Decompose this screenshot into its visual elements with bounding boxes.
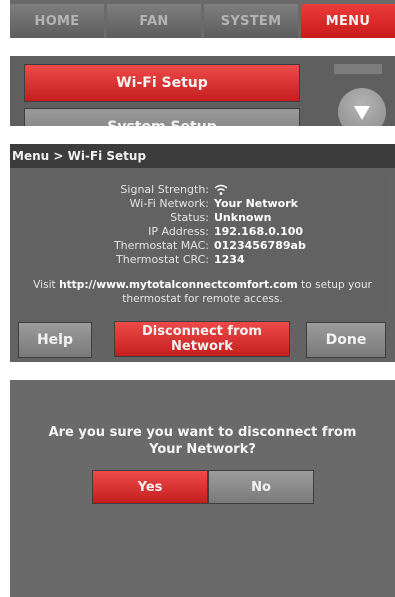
scroll-down-button[interactable] <box>338 88 386 126</box>
thermostat-crc-label: Thermostat CRC: <box>116 253 209 266</box>
no-button[interactable]: No <box>208 470 314 504</box>
menu-item-system-setup[interactable]: System Setup <box>24 108 300 126</box>
remote-access-instructions: Visit http://www.mytotalconnectcomfort.c… <box>24 278 381 306</box>
disconnect-from-network-button[interactable]: Disconnect from Network <box>114 321 290 357</box>
scrollbar-track <box>334 64 382 74</box>
tab-home[interactable]: HOME <box>10 4 104 38</box>
status-value: Unknown <box>214 211 272 224</box>
website-url: http://www.mytotalconnectcomfort.com <box>59 279 298 291</box>
wifi-network-row: Wi-Fi Network: Your Network <box>16 198 389 210</box>
wifi-info-box: Signal Strength: Wi-Fi Network: Your Net… <box>16 172 389 312</box>
top-tab-bar: HOME FAN SYSTEM MENU <box>10 0 395 38</box>
signal-strength-label: Signal Strength: <box>120 183 209 196</box>
thermostat-crc-row: Thermostat CRC: 1234 <box>16 254 389 266</box>
thermostat-mac-value: 0123456789ab <box>214 239 306 252</box>
status-row: Status: Unknown <box>16 212 389 224</box>
wifi-network-label: Wi-Fi Network: <box>129 197 209 210</box>
visit-prefix: Visit <box>33 279 60 291</box>
wifi-network-value: Your Network <box>214 197 298 210</box>
tab-menu[interactable]: MENU <box>301 4 395 38</box>
ip-address-row: IP Address: 192.168.0.100 <box>16 226 389 238</box>
status-label: Status: <box>170 211 209 224</box>
thermostat-crc-value: 1234 <box>214 253 245 266</box>
done-button[interactable]: Done <box>306 322 386 358</box>
ip-address-label: IP Address: <box>148 225 209 238</box>
yes-button[interactable]: Yes <box>92 470 208 504</box>
breadcrumb: Menu > Wi-Fi Setup <box>10 144 395 168</box>
triangle-down-icon <box>354 106 370 120</box>
help-button[interactable]: Help <box>18 322 92 358</box>
ip-address-value: 192.168.0.100 <box>214 225 304 238</box>
disconnect-label-line1: Disconnect from <box>142 324 262 339</box>
confirm-message-line2: Your Network? <box>149 442 256 457</box>
disconnect-label-line2: Network <box>171 339 233 354</box>
confirm-message: Are you sure you want to disconnect from… <box>10 424 395 458</box>
menu-list-panel: Wi-Fi Setup System Setup <box>10 56 395 126</box>
disconnect-confirm-dialog: Are you sure you want to disconnect from… <box>10 380 395 597</box>
tab-fan[interactable]: FAN <box>107 4 201 38</box>
signal-strength-row: Signal Strength: <box>16 184 389 196</box>
confirm-message-line1: Are you sure you want to disconnect from <box>48 425 357 440</box>
menu-item-wifi-setup[interactable]: Wi-Fi Setup <box>24 64 300 102</box>
thermostat-mac-label: Thermostat MAC: <box>113 239 209 252</box>
thermostat-mac-row: Thermostat MAC: 0123456789ab <box>16 240 389 252</box>
tab-system[interactable]: SYSTEM <box>204 4 298 38</box>
wifi-setup-panel: Menu > Wi-Fi Setup Signal Strength: Wi-F… <box>10 144 395 362</box>
